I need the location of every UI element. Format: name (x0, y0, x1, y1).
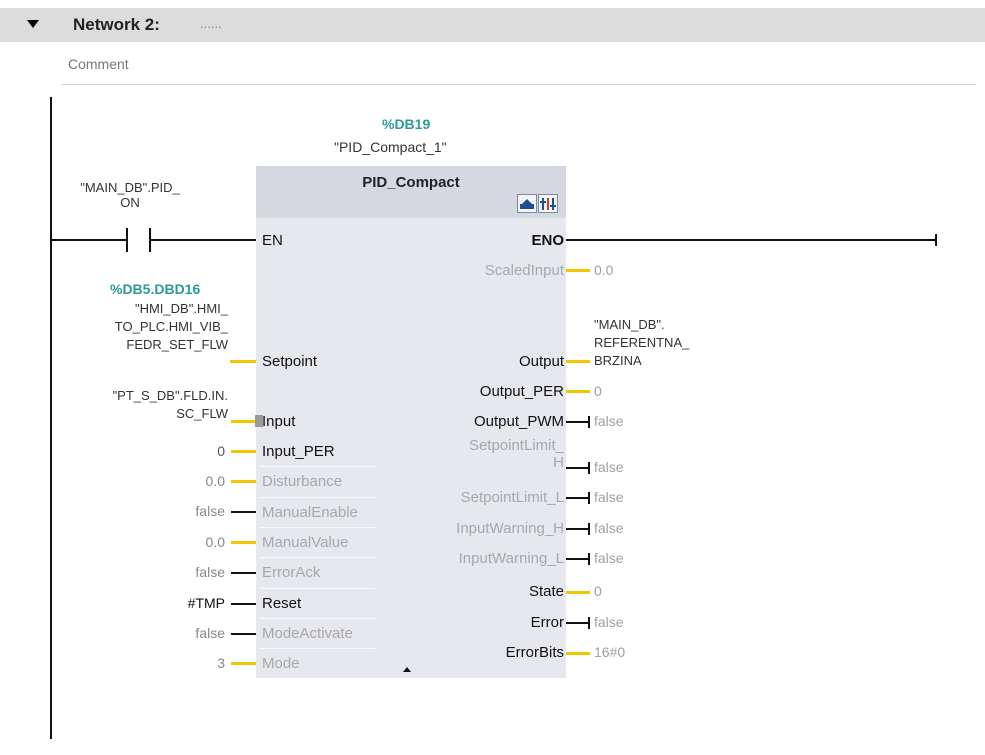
error-ack-wire (231, 572, 256, 574)
expand-block-icon[interactable] (403, 667, 411, 672)
divider (260, 497, 375, 498)
input-connector-icon (255, 415, 263, 427)
manual-enable-wire (231, 511, 256, 513)
rung-wire-mid (150, 239, 256, 241)
power-rail (50, 97, 52, 739)
scaled-input-wire (566, 269, 590, 272)
manual-value-value[interactable]: 0.0 (206, 534, 225, 550)
error-bits-wire (566, 652, 590, 655)
sp-limit-l-wire (566, 497, 590, 499)
pin-input-warning-l: InputWarning_L (458, 550, 564, 567)
pin-state: State (528, 583, 564, 600)
output-operand[interactable]: "MAIN_DB". REFERENTNA_ BRZINA (594, 316, 689, 370)
error-wire (566, 622, 590, 624)
pin-output: Output (518, 353, 564, 370)
divider (260, 527, 375, 528)
setpoint-address: %DB5.DBD16 (110, 281, 201, 297)
configuration-icon[interactable] (538, 194, 558, 213)
divider (260, 588, 375, 589)
input-warning-h-wire (566, 528, 590, 530)
reset-wire (231, 603, 256, 605)
pin-input-warning-h: InputWarning_H (456, 520, 564, 537)
input-warning-l-value[interactable]: false (594, 550, 624, 566)
error-ack-value[interactable]: false (195, 564, 225, 580)
input-operand[interactable]: "PT_S_DB".FLD.IN. SC_FLW (113, 387, 228, 423)
input-per-wire (231, 450, 256, 453)
pin-disturbance: Disturbance (262, 473, 343, 490)
pin-reset: Reset (262, 595, 302, 612)
pin-setpoint-limit-l: SetpointLimit_L (460, 489, 564, 506)
mode-wire (231, 662, 256, 665)
setpoint-wire (230, 360, 256, 363)
mode-value[interactable]: 3 (217, 655, 225, 671)
pin-mode: Mode (262, 655, 300, 672)
input-warning-h-value[interactable]: false (594, 520, 624, 536)
disturbance-value[interactable]: 0.0 (206, 473, 225, 489)
divider (260, 648, 375, 649)
pin-output-per: Output_PER (479, 383, 564, 400)
comment-placeholder: Comment (68, 56, 129, 72)
output-pwm-wire-end (588, 416, 590, 428)
pin-manual-enable: ManualEnable (262, 504, 358, 521)
pin-input: Input (262, 413, 296, 430)
disturbance-wire (231, 480, 256, 483)
reset-value[interactable]: #TMP (188, 595, 225, 611)
divider (260, 618, 375, 619)
state-value[interactable]: 0 (594, 583, 602, 599)
sp-limit-l-value[interactable]: false (594, 489, 624, 505)
rung-wire-left (51, 239, 126, 241)
input-warning-l-wire-end (588, 553, 590, 565)
instance-db-name[interactable]: "PID_Compact_1" (334, 139, 447, 155)
eno-wire-end (935, 234, 937, 246)
input-warning-h-wire-end (588, 523, 590, 535)
state-wire (566, 591, 590, 594)
output-pwm-wire (566, 421, 590, 423)
pin-setpoint: Setpoint (262, 353, 318, 370)
comment-field[interactable] (62, 50, 976, 85)
pin-scaled-input: ScaledInput (484, 262, 564, 279)
instance-db-address: %DB19 (382, 116, 431, 132)
pin-mode-activate: ModeActivate (262, 625, 353, 642)
pin-input-per: Input_PER (262, 443, 335, 460)
sp-limit-h-wire (566, 467, 590, 469)
sp-limit-h-value[interactable]: false (594, 459, 624, 475)
output-per-value[interactable]: 0 (594, 383, 602, 399)
pin-eno: ENO (531, 232, 564, 249)
sp-limit-h-wire-end (588, 462, 590, 474)
error-value[interactable]: false (594, 614, 624, 630)
divider (260, 557, 375, 558)
pin-en: EN (262, 232, 283, 249)
output-pwm-value[interactable]: false (594, 413, 624, 429)
pin-manual-value: ManualValue (262, 534, 349, 551)
manual-value-wire (231, 541, 256, 544)
sp-limit-l-wire-end (588, 492, 590, 504)
output-wire (566, 360, 590, 363)
pin-output-pwm: Output_PWM (473, 413, 564, 430)
divider (260, 466, 375, 467)
pin-error: Error (530, 614, 564, 631)
contact-tag[interactable]: "MAIN_DB".PID_ ON (75, 180, 185, 210)
block-type-name: PID_Compact (362, 174, 460, 191)
scaled-input-value[interactable]: 0.0 (594, 262, 613, 278)
error-wire-end (588, 617, 590, 629)
network-title-field[interactable]: ...... (200, 16, 222, 31)
output-per-wire (566, 390, 590, 393)
pin-setpoint-limit-h: SetpointLimit_ H (468, 437, 564, 471)
input-wire (231, 420, 256, 423)
pin-error-bits: ErrorBits (505, 644, 564, 661)
network-title: Network 2: (73, 15, 160, 34)
mode-activate-value[interactable]: false (195, 625, 225, 641)
mode-activate-wire (231, 633, 256, 635)
eno-wire (566, 239, 937, 241)
commissioning-icon[interactable] (517, 194, 537, 213)
error-bits-value[interactable]: 16#0 (594, 644, 625, 660)
collapse-arrow-icon[interactable] (27, 20, 39, 28)
setpoint-operand[interactable]: "HMI_DB".HMI_ TO_PLC.HMI_VIB_ FEDR_SET_FLW (115, 300, 228, 354)
input-per-value[interactable]: 0 (217, 443, 225, 459)
contact-left-bar[interactable] (126, 228, 128, 252)
input-warning-l-wire (566, 558, 590, 560)
manual-enable-value[interactable]: false (195, 503, 225, 519)
pin-error-ack: ErrorAck (262, 564, 321, 581)
